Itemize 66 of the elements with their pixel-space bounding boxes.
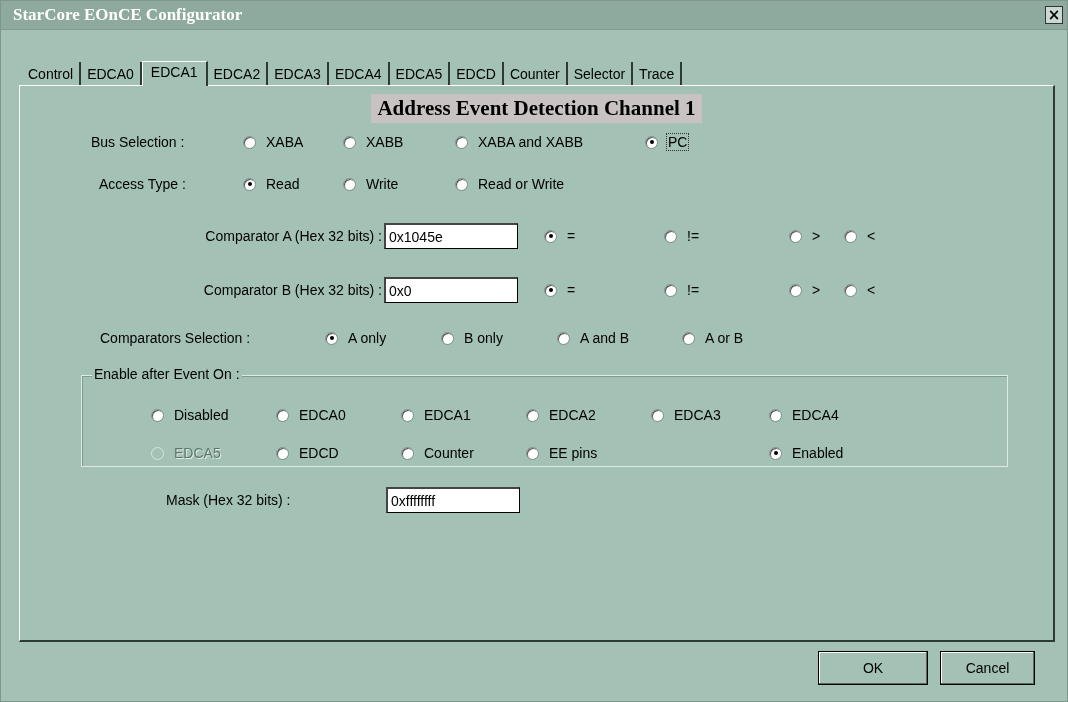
tab[interactable]: Selector — [567, 62, 634, 85]
tab[interactable]: EDCA3 — [268, 62, 329, 85]
radio-button[interactable] — [401, 408, 414, 422]
field-label: Comparator A (Hex 32 bits) : — [204, 228, 383, 244]
section-heading: Address Event Detection Channel 1 — [371, 94, 702, 123]
radio-option[interactable]: EDCA4 — [769, 406, 889, 424]
tab[interactable]: EDCA4 — [328, 62, 390, 85]
tab[interactable]: EDCA5 — [389, 62, 451, 85]
field-label: Mask (Hex 32 bits) : — [165, 492, 292, 508]
radio-option[interactable]: != — [664, 281, 789, 299]
input-field[interactable]: 0x1045e — [384, 223, 518, 249]
radio-button[interactable] — [526, 446, 539, 460]
radio-option[interactable]: XABB — [343, 133, 455, 151]
field-label: Comparator B (Hex 32 bits) : — [202, 282, 383, 298]
radio-option[interactable]: > — [789, 227, 844, 245]
radio-button[interactable] — [789, 229, 802, 243]
tab[interactable]: Trace — [633, 62, 683, 85]
radio-option[interactable]: XABA and XABB — [455, 133, 645, 151]
tab[interactable]: EDCA1 — [141, 61, 208, 86]
radio-option[interactable]: Read or Write — [455, 175, 567, 193]
field-label: Bus Selection : — [91, 134, 186, 150]
close-button[interactable]: × — [1045, 6, 1063, 24]
radio-option[interactable]: A or B — [682, 329, 798, 347]
input-field[interactable]: 0x0 — [384, 277, 518, 303]
radio-option[interactable]: EDCA1 — [401, 406, 526, 424]
radio-option[interactable]: Write — [343, 175, 455, 193]
radio-option[interactable]: < — [844, 281, 878, 299]
tab[interactable]: EDCD — [450, 62, 504, 85]
radio-option[interactable]: Enabled — [769, 444, 889, 462]
radio-option[interactable]: EDCA3 — [651, 406, 769, 424]
radio-option[interactable]: Read — [243, 175, 343, 193]
radio-option[interactable]: A and B — [557, 329, 682, 347]
radio-option[interactable]: EE pins — [526, 444, 651, 462]
radio-option[interactable]: B only — [441, 329, 557, 347]
radio-option[interactable]: Counter — [401, 444, 526, 462]
dialog-button[interactable]: OK — [818, 651, 928, 685]
radio-option[interactable]: EDCD — [276, 444, 401, 462]
radio-button[interactable] — [664, 229, 677, 243]
radio-button[interactable] — [557, 331, 570, 345]
radio-button[interactable] — [844, 229, 857, 243]
window-title: StarCore EOnCE Configurator — [13, 5, 243, 25]
group-title: Enable after Event On : — [92, 366, 242, 382]
radio-option[interactable]: EDCA0 — [276, 406, 401, 424]
radio-option[interactable]: > — [789, 281, 844, 299]
radio-option[interactable]: Disabled — [151, 406, 276, 424]
radio-button[interactable] — [769, 446, 782, 460]
field-label: Comparators Selection : — [100, 330, 252, 346]
radio-option[interactable]: = — [544, 281, 664, 299]
radio-option[interactable]: EDCA2 — [526, 406, 651, 424]
radio-button[interactable] — [243, 177, 256, 191]
radio-option[interactable]: XABA — [243, 133, 343, 151]
radio-button[interactable] — [401, 446, 414, 460]
radio-option[interactable]: = — [544, 227, 664, 245]
radio-button[interactable] — [455, 135, 468, 149]
radio-option[interactable]: A only — [325, 329, 441, 347]
field-label: Access Type : — [99, 176, 187, 192]
radio-button[interactable] — [151, 408, 164, 422]
tab[interactable]: Counter — [503, 62, 568, 85]
radio-option[interactable]: != — [664, 227, 789, 245]
tab[interactable]: Control — [22, 62, 82, 85]
radio-option[interactable]: < — [844, 227, 878, 245]
dialog-button[interactable]: Cancel — [940, 651, 1035, 685]
input-field[interactable]: 0xffffffff — [386, 487, 520, 513]
radio-button[interactable] — [276, 446, 289, 460]
tab[interactable]: EDCA2 — [207, 62, 269, 85]
radio-button[interactable] — [651, 408, 664, 422]
